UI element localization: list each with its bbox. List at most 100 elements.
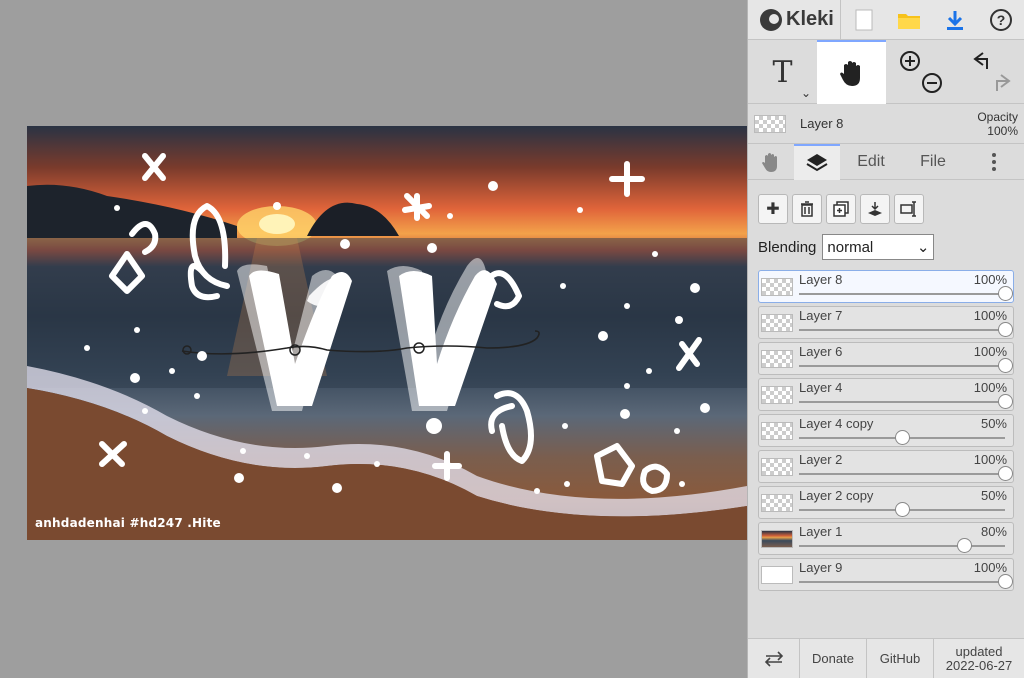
canvas-area[interactable]: anhdadenhai #hd247 .Hite: [0, 0, 747, 678]
opacity-slider-track[interactable]: [799, 293, 1005, 295]
layer-name: Layer 2: [799, 452, 843, 467]
open-file-button[interactable]: [887, 0, 933, 40]
opacity-value: 100%: [987, 123, 1018, 138]
opacity-slider-handle[interactable]: [956, 538, 972, 553]
opacity-slider-handle[interactable]: [998, 394, 1013, 409]
layer-thumbnail: [761, 422, 793, 440]
tab-layers[interactable]: [794, 143, 840, 180]
updated-label: updated: [955, 644, 1003, 659]
duplicate-layer-button[interactable]: [826, 194, 856, 224]
text-tool-icon: T: [772, 54, 793, 90]
zoom-buttons: [886, 40, 955, 104]
updated-info[interactable]: updated 2022-06-27: [934, 639, 1024, 678]
layer-row[interactable]: Layer 2 100%: [758, 450, 1014, 483]
layer-opacity: 100%: [973, 560, 1007, 575]
layer-name: Layer 2 copy: [799, 488, 874, 503]
layer-opacity: 100%: [973, 380, 1007, 395]
layer-row[interactable]: Layer 4 copy 50%: [758, 414, 1014, 447]
kleki-logo[interactable]: Kleki: [748, 0, 841, 40]
github-link[interactable]: GitHub: [867, 639, 934, 678]
layer-thumbnail: [761, 350, 793, 368]
chevron-down-icon[interactable]: ⌄: [801, 86, 811, 100]
undo-icon[interactable]: [972, 52, 988, 69]
layer-actions: ✚: [748, 180, 1024, 224]
undo-redo-controls: [972, 52, 1011, 91]
current-layer-info: Layer 8 Opacity 100%: [748, 104, 1024, 144]
rename-icon: [900, 201, 916, 217]
artwork: [27, 153, 747, 540]
layer-opacity: 100%: [973, 452, 1007, 467]
download-icon: [947, 10, 964, 30]
opacity-slider-handle[interactable]: [998, 466, 1013, 481]
layer-opacity: 50%: [980, 416, 1007, 431]
help-button[interactable]: ?: [978, 0, 1024, 40]
layer-row[interactable]: Layer 6 100%: [758, 342, 1014, 375]
layer-name: Layer 7: [799, 308, 843, 323]
layer-name: Layer 1: [799, 524, 843, 539]
current-layer-name: Layer 8: [800, 116, 844, 131]
layer-row[interactable]: Layer 9 100%: [758, 558, 1014, 591]
layer-name: Layer 6: [799, 344, 843, 359]
layer-thumbnail: [761, 494, 793, 512]
layer-opacity: 100%: [973, 344, 1007, 359]
download-button[interactable]: [932, 0, 978, 40]
new-image-icon: [855, 9, 873, 30]
opacity-slider-handle[interactable]: [998, 322, 1013, 337]
layer-row[interactable]: Layer 7 100%: [758, 306, 1014, 339]
opacity-slider-track[interactable]: [799, 365, 1005, 367]
opacity-slider-track[interactable]: [799, 545, 1005, 547]
layer-row[interactable]: Layer 4 100%: [758, 378, 1014, 411]
new-image-button[interactable]: [841, 0, 887, 40]
footer: Donate GitHub updated 2022-06-27: [748, 638, 1024, 678]
layer-thumbnail: [761, 530, 793, 548]
opacity-slider-handle[interactable]: [895, 430, 910, 445]
add-layer-button[interactable]: ✚: [758, 194, 788, 224]
opacity-slider-track[interactable]: [799, 401, 1005, 403]
more-options-button[interactable]: [964, 144, 1024, 180]
opacity-label: Opacity: [977, 109, 1018, 124]
canvas-watermark: anhdadenhai #hd247 .Hite: [35, 516, 221, 530]
tab-edit[interactable]: Edit: [840, 144, 902, 180]
layer-row[interactable]: Layer 1 80%: [758, 522, 1014, 555]
blending-label: Blending: [758, 238, 817, 256]
layer-name: Layer 4 copy: [799, 416, 874, 431]
zoom-in-icon[interactable]: [899, 51, 920, 71]
app-name: Kleki: [786, 8, 834, 30]
layer-thumbnail: [761, 386, 793, 404]
drawing-canvas[interactable]: anhdadenhai #hd247 .Hite: [27, 126, 747, 540]
opacity-slider-handle[interactable]: [998, 574, 1013, 589]
layer-name: Layer 8: [799, 272, 843, 287]
layer-thumbnail: [761, 566, 793, 584]
plus-icon: ✚: [766, 201, 780, 218]
layer-thumbnail: [761, 458, 793, 476]
layer-row[interactable]: Layer 2 copy 50%: [758, 486, 1014, 519]
blending-value: normal: [827, 238, 874, 256]
merge-down-button[interactable]: [860, 194, 890, 224]
zoom-out-icon[interactable]: [921, 73, 942, 93]
trash-icon: [801, 201, 813, 217]
more-vertical-icon: [992, 152, 996, 171]
updated-date: 2022-06-27: [945, 658, 1013, 673]
redo-icon[interactable]: [995, 74, 1011, 91]
hand-tool-button[interactable]: [817, 40, 886, 104]
opacity-slider-handle[interactable]: [998, 358, 1013, 373]
delete-layer-button[interactable]: [792, 194, 822, 224]
swap-icon: [764, 651, 783, 667]
layer-row[interactable]: Layer 8 100%: [758, 270, 1014, 303]
swap-side-button[interactable]: [748, 639, 800, 678]
layer-opacity: 50%: [980, 488, 1007, 503]
hand-icon: [839, 61, 860, 86]
opacity-slider-handle[interactable]: [998, 286, 1013, 301]
tab-file[interactable]: File: [902, 144, 964, 180]
blending-select[interactable]: normal ⌄: [822, 234, 935, 260]
opacity-slider-track[interactable]: [799, 581, 1005, 583]
opacity-slider-track[interactable]: [799, 329, 1005, 331]
donate-link[interactable]: Donate: [800, 639, 867, 678]
svg-text:?: ?: [997, 12, 1006, 28]
rename-layer-button[interactable]: [894, 194, 924, 224]
opacity-slider-handle[interactable]: [895, 502, 910, 517]
text-tool-button[interactable]: T ⌄: [748, 40, 817, 104]
layer-name: Layer 9: [799, 560, 843, 575]
opacity-slider-track[interactable]: [799, 473, 1005, 475]
tab-hand[interactable]: [748, 144, 794, 180]
